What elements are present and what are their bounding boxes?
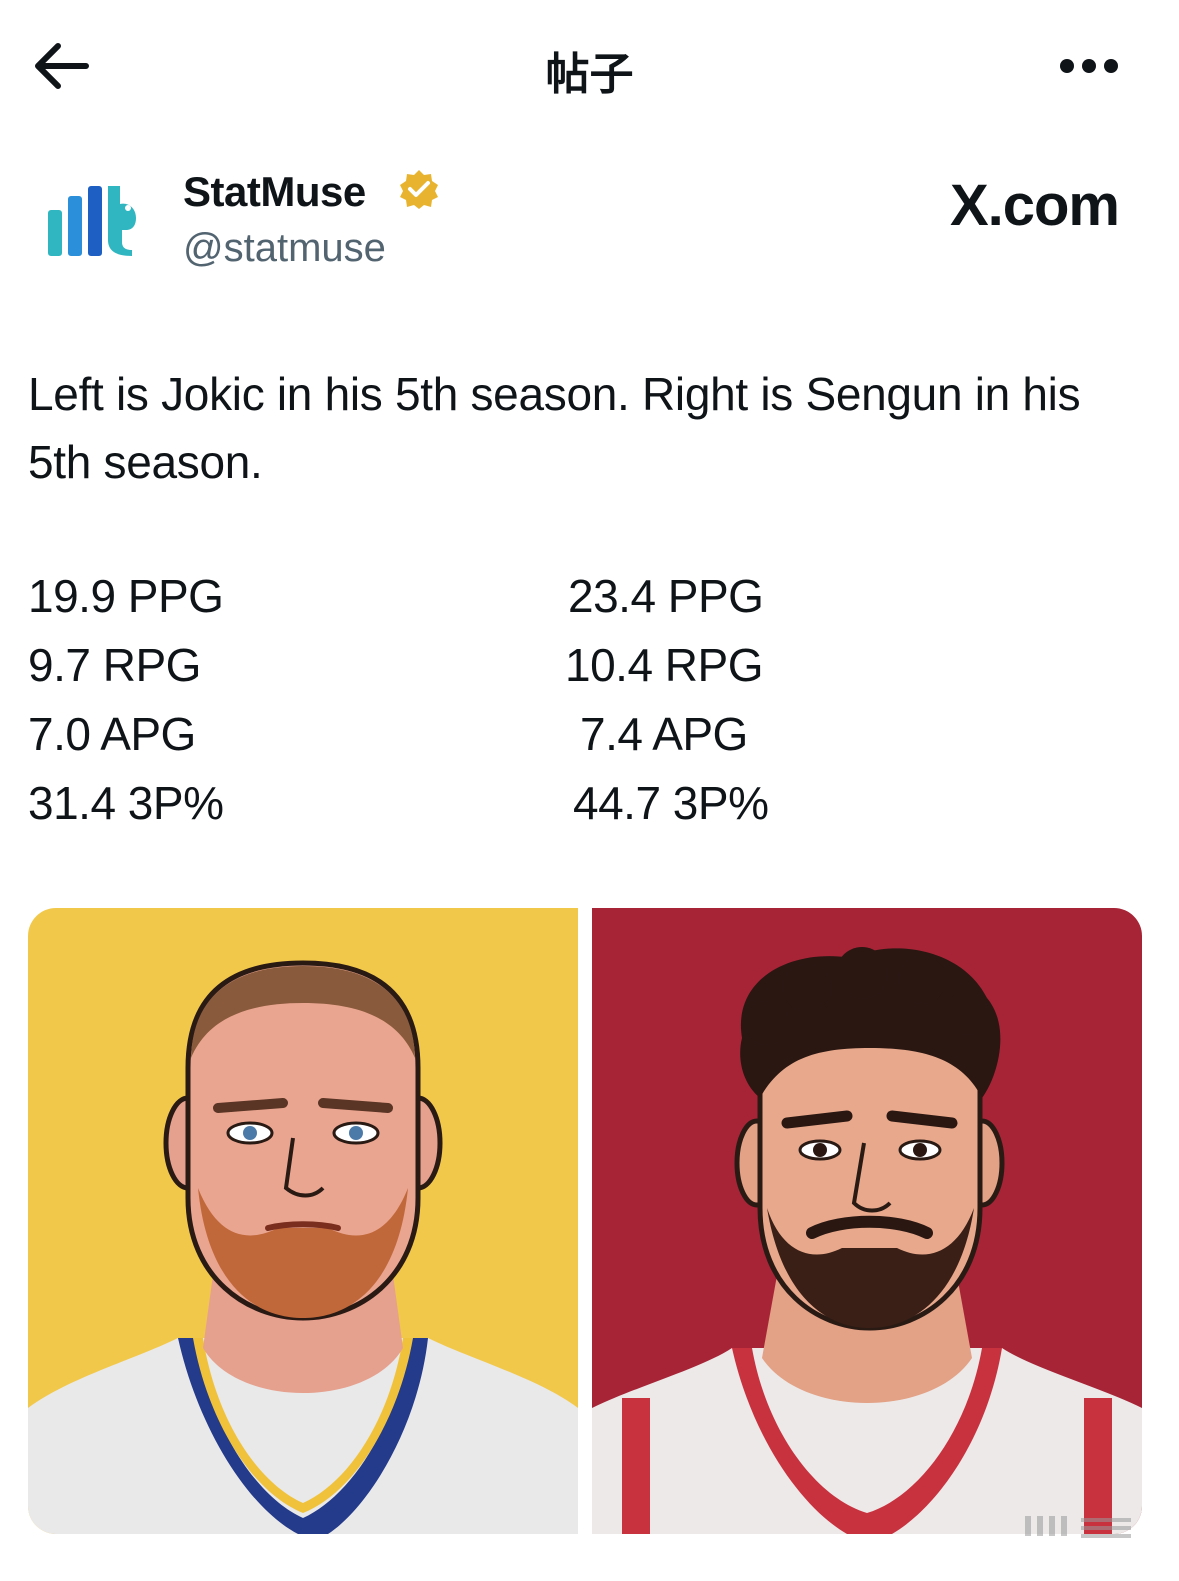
source-label: X.com bbox=[949, 173, 1120, 238]
left-player-image[interactable] bbox=[28, 908, 578, 1534]
author-handle[interactable]: @statmuse bbox=[183, 226, 386, 271]
left-stat-3p: 31.4 3P% bbox=[28, 777, 224, 829]
left-stat-ppg: 19.9 PPG bbox=[28, 570, 224, 622]
right-stat-ppg: 23.4 PPG bbox=[568, 570, 764, 622]
right-stat-3p: 44.7 3P% bbox=[573, 777, 769, 829]
left-stat-apg: 7.0 APG bbox=[28, 708, 196, 760]
post-media[interactable] bbox=[28, 908, 1142, 1534]
left-player-illustration bbox=[28, 960, 578, 1534]
right-player-illustration bbox=[592, 947, 1142, 1534]
statmuse-logo-icon bbox=[48, 186, 136, 256]
page-title: 帖子 bbox=[545, 49, 634, 100]
statmuse-logo[interactable] bbox=[40, 180, 144, 260]
post-text: Left is Jokic in his 5th season. Right i… bbox=[28, 368, 1081, 488]
author-name[interactable]: StatMuse bbox=[183, 168, 366, 216]
more-horizontal-icon bbox=[1060, 59, 1118, 73]
right-player-image[interactable] bbox=[592, 908, 1142, 1534]
watermark bbox=[1021, 1512, 1141, 1540]
top-bar: 帖子 bbox=[0, 0, 1179, 130]
verified-badge-icon bbox=[398, 168, 440, 210]
author-row: StatMuse @statmuse X.com bbox=[0, 160, 1179, 280]
right-stat-apg: 7.4 APG bbox=[580, 708, 748, 760]
right-stat-rpg: 10.4 RPG bbox=[565, 639, 764, 691]
more-options-button[interactable] bbox=[1059, 56, 1119, 76]
left-stat-rpg: 9.7 RPG bbox=[28, 639, 201, 691]
